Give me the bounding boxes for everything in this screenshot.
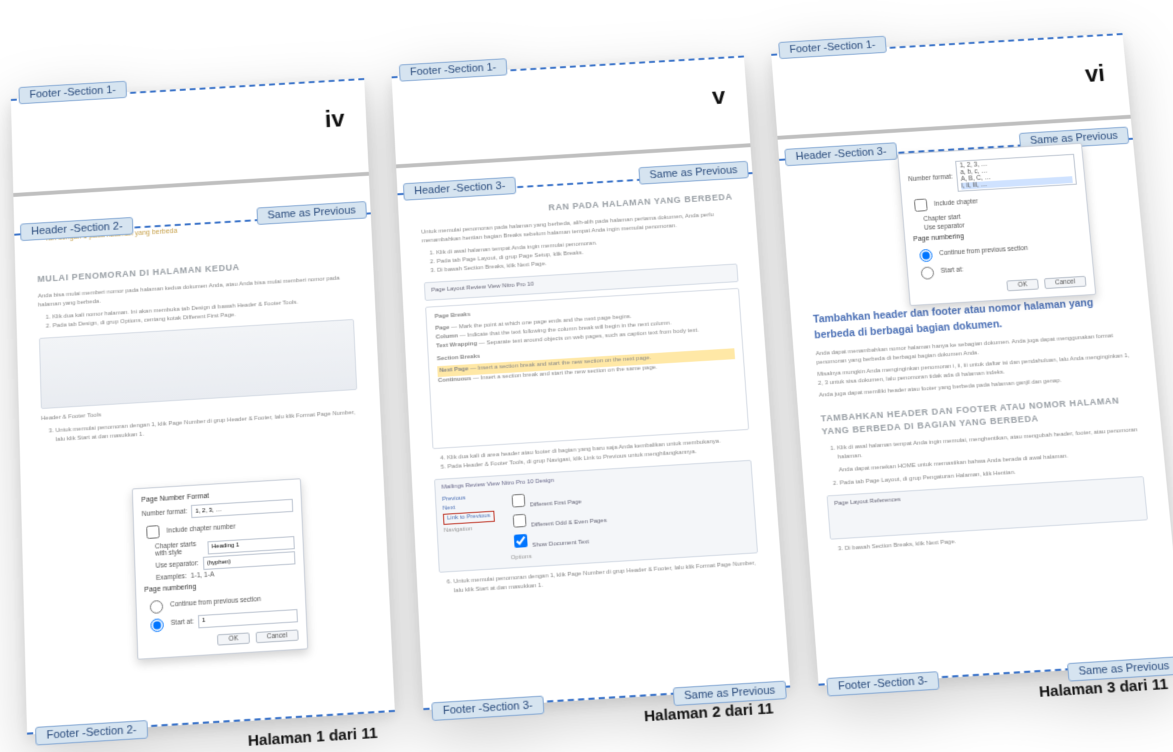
input-start-at[interactable] (197, 609, 297, 628)
page-body: Tambahkan header dan footer atau nomor h… (811, 284, 1156, 633)
document-page-2: Footer -Section 1- Header -Section 3- Sa… (391, 56, 790, 711)
checkbox-include-chapter[interactable] (146, 525, 160, 539)
menu-item-next-page[interactable]: Next Page (439, 366, 468, 374)
checkbox-diff-first[interactable] (511, 493, 525, 507)
label-use-separator: Use separator: (155, 560, 198, 570)
label-chapter-starts: Chapter starts with style (154, 541, 203, 558)
tab-header-section-3[interactable]: Header -Section 3- (784, 142, 898, 166)
radio-continue[interactable] (149, 600, 163, 614)
label-examples: Examples: (155, 573, 186, 582)
label-start-at: Start at: (170, 618, 193, 627)
label-chapter-start: Chapter start (923, 214, 961, 223)
page-body: RAN PADA HALAMAN YANG BERBEDA Untuk memu… (420, 191, 764, 658)
dialog-number-format: Number format: 1, 2, 3, … a, b, c, … A, … (897, 143, 1096, 306)
label-continue: Continue from previous section (169, 595, 260, 608)
screenshot-breaks-menu: Page Breaks Page — Mark the point at whi… (425, 287, 749, 448)
document-page-1: Footer -Section 1- Header -Section 2- Sa… (10, 78, 394, 735)
tab-footer-section-3[interactable]: Footer -Section 3- (826, 671, 939, 696)
menu-item-page[interactable]: Page (435, 325, 450, 332)
page-number-roman: iv (324, 106, 345, 134)
tab-footer-section-1[interactable]: Footer -Section 1- (778, 36, 887, 59)
radio-start-at[interactable] (920, 266, 934, 279)
screenshot-ribbon-options (38, 318, 356, 408)
dialog-page-number-format: Page Number Format Number format: Includ… (131, 478, 307, 660)
menu-item-continuous[interactable]: Continuous (437, 376, 471, 384)
cancel-button[interactable]: Cancel (1043, 276, 1086, 289)
ok-button[interactable]: OK (1006, 279, 1038, 292)
tab-footer-section-2[interactable]: Footer -Section 2- (35, 720, 148, 746)
label-show-doc-text: Show Document Text (531, 539, 588, 549)
tab-same-as-previous[interactable]: Same as Previous (638, 161, 749, 185)
ok-button[interactable]: OK (217, 632, 249, 645)
label-diff-first: Different First Page (529, 499, 581, 508)
value-examples: 1-1, 1-A (190, 571, 214, 580)
tab-footer-section-3[interactable]: Footer -Section 3- (431, 696, 544, 721)
label-include-chapter: Include chapter (933, 198, 977, 207)
menu-item-column[interactable]: Column (435, 333, 458, 340)
radio-continue[interactable] (919, 249, 933, 262)
checkbox-include-chapter[interactable] (913, 198, 927, 211)
tab-same-as-previous[interactable]: Same as Previous (256, 201, 367, 225)
tab-header-section-3[interactable]: Header -Section 3- (402, 177, 516, 201)
group-navigation: Navigation (443, 523, 495, 535)
checkbox-diff-odd-even[interactable] (512, 513, 526, 527)
document-page-3: Footer -Section 1- Header -Section 3- Sa… (771, 33, 1173, 686)
caption-page-1-of-11: Halaman 1 dari 11 (247, 724, 377, 750)
ribbon-tabs-text: Page Layout Review View Nitro Pro 10 (431, 281, 534, 293)
label-include-chapter: Include chapter number (166, 523, 235, 534)
label-use-separator: Use separator (923, 222, 964, 231)
cancel-button[interactable]: Cancel (255, 629, 298, 643)
ribbon-navigation: Mailings Review View Nitro Pro 10 Design… (434, 459, 758, 572)
menu-item-text-wrapping[interactable]: Text Wrapping (436, 341, 477, 349)
label-number-format: Number format: (907, 173, 952, 182)
checkbox-show-doc-text[interactable] (513, 533, 527, 547)
radio-start-at[interactable] (150, 618, 164, 632)
page-number-roman: vi (1084, 61, 1106, 89)
tab-footer-section-1[interactable]: Footer -Section 1- (18, 81, 127, 105)
label-number-format: Number format: (141, 508, 187, 518)
tab-footer-section-1[interactable]: Footer -Section 1- (398, 58, 507, 81)
page-divider (13, 172, 369, 197)
label-continue: Continue from previous section (938, 245, 1027, 257)
ribbon-caption: Page Layout References (834, 496, 901, 506)
page-number-roman: v (711, 83, 726, 110)
label-start-at: Start at: (940, 266, 963, 274)
